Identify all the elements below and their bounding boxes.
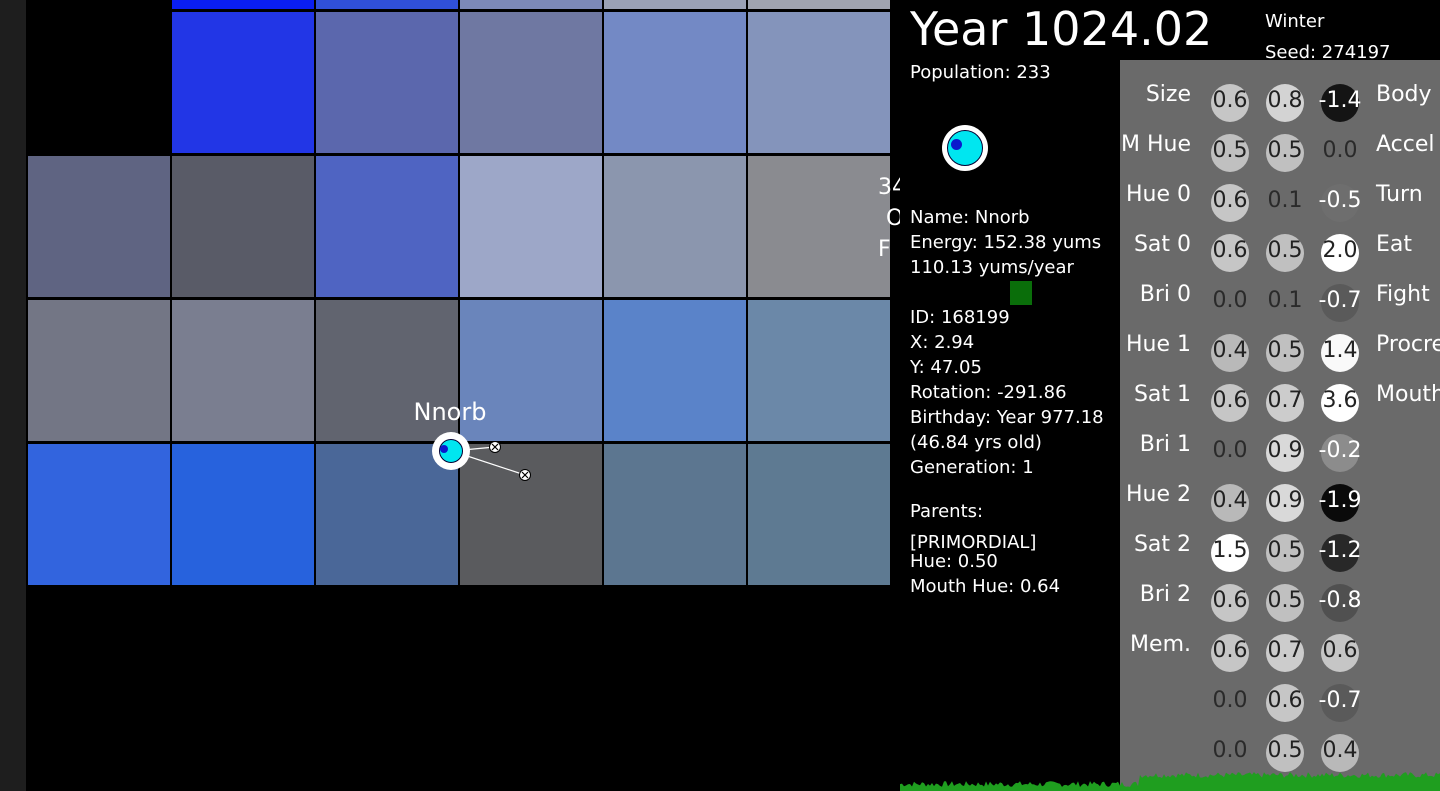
brain-output-label: Accel	[1376, 132, 1435, 157]
brain-input-label: Bri 1	[1139, 432, 1191, 457]
sensor-icon	[519, 469, 531, 481]
creature-eye-icon	[440, 445, 448, 453]
brain-node-value: -0.7	[1318, 688, 1362, 713]
brain-node-value: -0.7	[1318, 288, 1362, 313]
year-display: Year 1024.02	[910, 2, 1213, 56]
brain-node-value: -0.5	[1318, 188, 1362, 213]
creature-age-field: (46.84 yrs old)	[910, 432, 1042, 453]
sensor-icon	[489, 441, 501, 453]
brain-node-value: 3.6	[1322, 388, 1358, 413]
brain-node-value: -0.2	[1318, 438, 1362, 463]
brain-input-label: Bri 0	[1139, 282, 1191, 307]
population-graph-line	[900, 772, 1440, 791]
season-display: Winter	[1265, 11, 1325, 32]
creature-y-field: Y: 47.05	[910, 357, 982, 378]
brain-output-label: Body	[1376, 82, 1432, 107]
brain-node-value: -1.4	[1318, 88, 1362, 113]
world-map[interactable]: 34 O F Nnorb	[0, 0, 900, 791]
creature-mouth-hue-field: Mouth Hue: 0.64	[910, 576, 1061, 597]
creature-id-field: ID: 168199	[910, 307, 1010, 328]
creature-energy-rate-field: 110.13 yums/year	[910, 257, 1074, 278]
brain-node-value: 2.0	[1322, 238, 1358, 263]
brain-node-value: 1.4	[1322, 338, 1358, 363]
brain-input-label: Hue 0	[1125, 182, 1191, 207]
creature-nnorb[interactable]	[432, 432, 470, 470]
creature-sensors	[451, 441, 531, 481]
creature-name-field: Name: Nnorb	[910, 207, 1030, 228]
brain-input-label: Hue 2	[1125, 482, 1191, 507]
brain-input-label: Sat 0	[1133, 232, 1191, 257]
brain-output-label: Mouth	[1376, 382, 1440, 407]
selected-creature-portrait	[942, 125, 988, 171]
creature-energy-field: Energy: 152.38 yums	[910, 232, 1102, 253]
brain-node-value: 0.0	[1322, 138, 1358, 163]
creature-rotation-field: Rotation: -291.86	[910, 382, 1067, 403]
brain-input-label: Sat 1	[1133, 382, 1191, 407]
brain-input-label: Size	[1145, 82, 1191, 107]
brain-input-label: M Hue	[1121, 132, 1191, 157]
creature-birthday-field: Birthday: Year 977.18	[910, 407, 1104, 428]
brain-output-label: Eat	[1376, 232, 1413, 257]
creature-x-field: X: 2.94	[910, 332, 975, 353]
population-display: Population: 233	[910, 62, 1051, 83]
energy-indicator	[1010, 281, 1032, 305]
brain-output-label: Procre	[1376, 332, 1440, 357]
creature-generation-field: Generation: 1	[910, 457, 1034, 478]
brain-input-label: Hue 1	[1125, 332, 1191, 357]
population-graph	[900, 772, 1440, 791]
brain-node-value: -1.9	[1318, 488, 1362, 513]
brain-output-label: Turn	[1376, 182, 1423, 207]
brain-node-value: 0.6	[1322, 638, 1358, 663]
creature-name-label: Nnorb	[413, 398, 487, 426]
brain-input-label: Sat 2	[1133, 532, 1191, 557]
brain-node-value: -1.2	[1318, 538, 1362, 563]
brain-node-value: -0.8	[1318, 588, 1362, 613]
creature-hue-field: Hue: 0.50	[910, 551, 998, 572]
brain-output-label: Fight	[1376, 282, 1430, 307]
parents-heading: Parents:	[910, 501, 984, 522]
brain-input-label: Bri 2	[1139, 582, 1191, 607]
portrait-eye-icon	[951, 139, 962, 150]
brain-input-label: Mem.	[1130, 632, 1191, 657]
